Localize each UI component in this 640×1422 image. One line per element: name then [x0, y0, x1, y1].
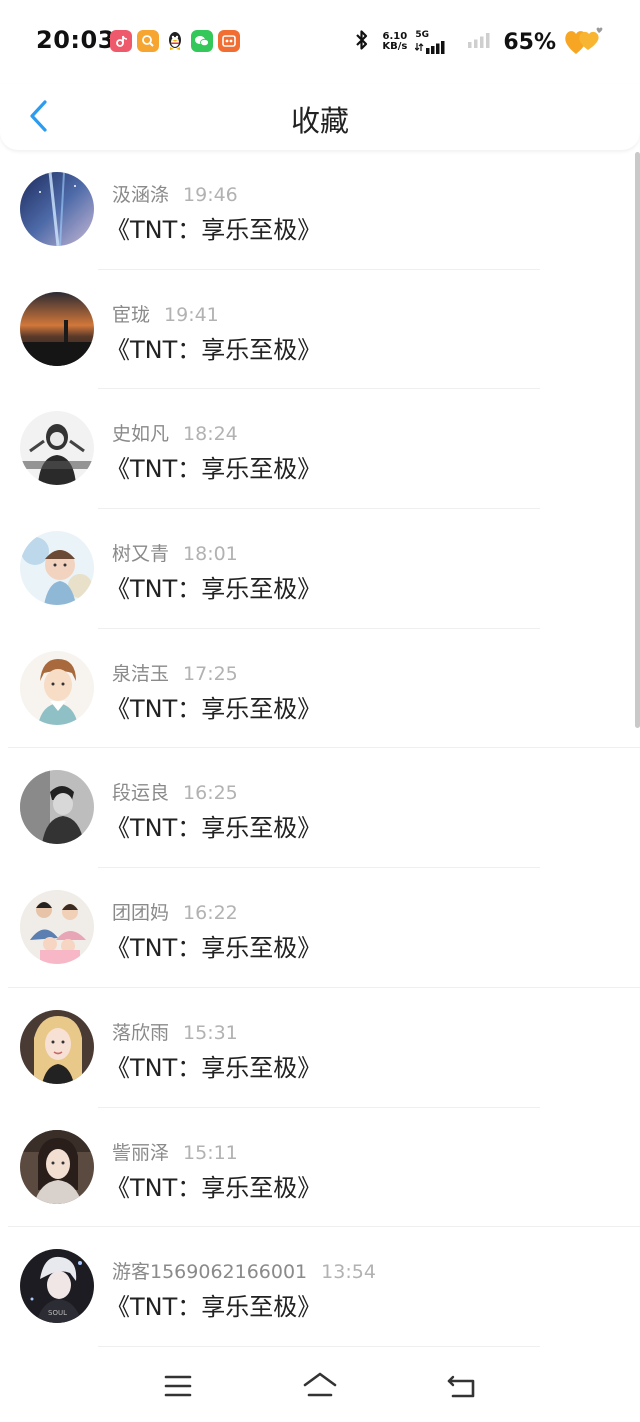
list-item[interactable]: 史如凡 18:24 《TNT：享乐至极》 [0, 389, 640, 510]
scrollbar[interactable] [635, 152, 640, 728]
list-item[interactable]: 汲涵涤 19:46 《TNT：享乐至极》 [0, 150, 640, 270]
favorites-list: 汲涵涤 19:46 《TNT：享乐至极》 宦珑 19:41 《TNT：享乐至极》 史… [0, 150, 640, 1347]
username: 游客1569062166001 [112, 1261, 308, 1284]
favorite-title: 《TNT：享乐至极》 [106, 1053, 322, 1082]
timestamp: 18:24 [183, 423, 238, 446]
back-return-icon [447, 1375, 475, 1398]
signal-strength-2-icon [467, 32, 493, 52]
signal-strength-icon [415, 41, 445, 54]
avatar[interactable] [20, 1009, 94, 1084]
nav-header: 收藏 [0, 84, 640, 150]
list-item[interactable]: 泉洁玉 17:25 《TNT：享乐至极》 [0, 629, 640, 749]
username: 史如凡 [112, 423, 170, 446]
favorite-title: 《TNT：享乐至极》 [106, 1173, 322, 1202]
timestamp: 19:41 [164, 303, 219, 326]
timestamp: 13:54 [321, 1261, 376, 1284]
battery-heart-icon [564, 24, 604, 60]
qq-penguin-icon [164, 30, 186, 52]
status-bar: 20:03 6.10 KB/s 5G 65% [0, 0, 640, 84]
favorite-title: 《TNT：享乐至极》 [106, 575, 322, 604]
favorite-title: 《TNT：享乐至极》 [106, 814, 322, 843]
avatar[interactable] [20, 650, 94, 725]
favorite-title: 《TNT：享乐至极》 [106, 455, 322, 484]
favorite-title: 《TNT：享乐至极》 [106, 216, 322, 244]
battery-percent: 65% [503, 29, 556, 55]
network-speed: 6.10 KB/s [382, 32, 407, 52]
username: 段运良 [112, 782, 170, 805]
username: 落欣雨 [112, 1021, 170, 1044]
avatar[interactable]: SOUL [20, 1249, 94, 1324]
avatar[interactable] [20, 291, 94, 366]
timestamp: 15:31 [183, 1021, 238, 1044]
favorite-title: 《TNT：享乐至极》 [106, 694, 322, 723]
list-item[interactable]: SOUL 游客1569062166001 13:54 《TNT：享乐至极》 [0, 1227, 640, 1347]
bluetooth-icon [354, 28, 370, 56]
favorite-title: 《TNT：享乐至极》 [106, 1293, 322, 1322]
menu-button[interactable] [158, 1368, 198, 1404]
avatar[interactable] [20, 531, 94, 606]
username: 汲涵涤 [112, 184, 170, 206]
timestamp: 19:46 [183, 184, 238, 206]
signal-5g: 5G [415, 30, 449, 54]
orange-grid-app-icon [218, 30, 240, 52]
net-speed-unit: KB/s [382, 41, 408, 52]
menu-icon [164, 1375, 192, 1397]
timestamp: 17:25 [183, 662, 238, 685]
status-right: 6.10 KB/s 5G 65% [354, 24, 604, 60]
avatar[interactable] [20, 411, 94, 486]
avatar[interactable] [20, 172, 94, 246]
favorite-title: 《TNT：享乐至极》 [106, 335, 322, 364]
douyin-icon [110, 30, 132, 52]
bottom-navigation [0, 1352, 640, 1422]
username: 宦珑 [112, 303, 151, 326]
timestamp: 16:22 [183, 902, 238, 925]
avatar[interactable] [20, 770, 94, 845]
home-icon [303, 1372, 337, 1397]
divider [98, 1345, 540, 1347]
list-item[interactable]: 段运良 16:25 《TNT：享乐至极》 [0, 748, 640, 869]
list-item[interactable]: 树又青 18:01 《TNT：享乐至极》 [0, 509, 640, 629]
favorite-title: 《TNT：享乐至极》 [106, 934, 322, 963]
notification-icons [110, 30, 240, 52]
network-type: 5G [415, 30, 429, 40]
username: 团团妈 [112, 902, 170, 925]
list-item[interactable]: 团团妈 16:22 《TNT：享乐至极》 [0, 868, 640, 988]
timestamp: 15:11 [183, 1141, 238, 1164]
avatar[interactable] [20, 890, 94, 965]
list-item[interactable]: 訾丽泽 15:11 《TNT：享乐至极》 [0, 1108, 640, 1228]
avatar[interactable] [20, 1129, 94, 1204]
home-button[interactable] [300, 1368, 340, 1404]
username: 泉洁玉 [112, 662, 170, 685]
timestamp: 18:01 [183, 543, 238, 566]
username: 树又青 [112, 543, 170, 566]
status-time: 20:03 [36, 26, 115, 54]
orange-app-icon [137, 30, 159, 52]
wechat-icon [191, 30, 213, 52]
svg-text:SOUL: SOUL [48, 1309, 67, 1317]
username: 訾丽泽 [112, 1141, 170, 1164]
list-item[interactable]: 宦珑 19:41 《TNT：享乐至极》 [0, 270, 640, 390]
page-title: 收藏 [290, 104, 349, 138]
timestamp: 16:25 [183, 782, 238, 805]
return-button[interactable] [442, 1368, 482, 1404]
list-item[interactable]: 落欣雨 15:31 《TNT：享乐至极》 [0, 988, 640, 1108]
